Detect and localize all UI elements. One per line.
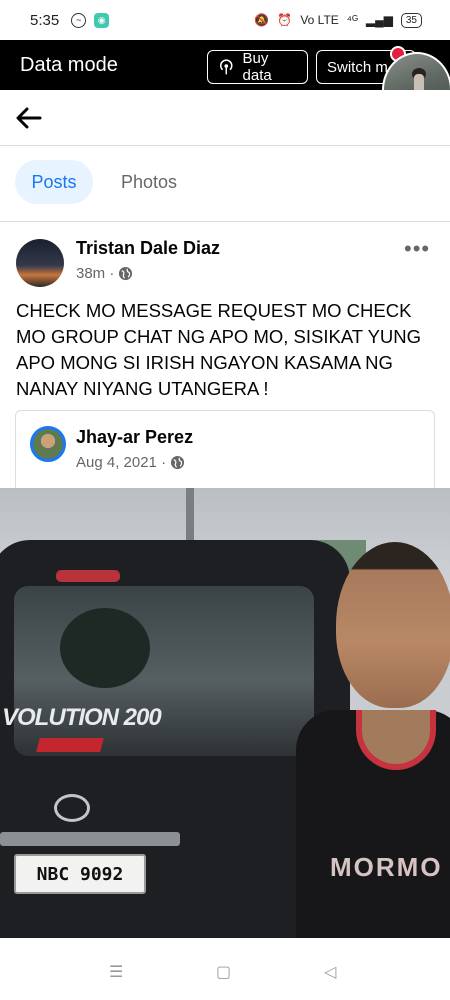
volte-label: Vo LTE — [300, 13, 339, 27]
post-author-avatar[interactable] — [16, 239, 64, 287]
back-nav-icon[interactable]: ◁ — [324, 962, 336, 982]
post-meta: 38m · — [76, 265, 133, 282]
photo-utility-pole — [186, 488, 194, 548]
app-notification-icon: ◉ — [94, 12, 110, 28]
top-nav — [0, 90, 450, 146]
photo-jersey-text: MORMO — [330, 852, 443, 882]
shared-post-date[interactable]: Aug 4, 2021 · — [76, 454, 166, 471]
shared-post[interactable]: Jhay-ar Perez Aug 4, 2021 · — [15, 410, 435, 490]
tab-photos[interactable]: Photos — [108, 160, 190, 204]
photo-brake-light — [56, 570, 120, 582]
tab-posts[interactable]: Posts — [15, 160, 93, 204]
status-indicators: 🔕 ⏰ Vo LTE ⁴ᴳ ▂▄▆ 35 — [254, 12, 422, 28]
switch-mode-label: Switch m — [327, 58, 388, 76]
post-time[interactable]: 38m · — [76, 265, 114, 282]
globe-icon — [119, 266, 133, 281]
buy-data-label: Buy data — [242, 50, 272, 84]
recents-icon[interactable]: ☰ — [109, 962, 123, 982]
photo-decal-stripe — [36, 738, 104, 752]
battery-icon: 35 — [400, 12, 422, 28]
status-app-icons: ~ ◉ — [71, 12, 110, 28]
shared-post-meta: Aug 4, 2021 · — [76, 454, 185, 471]
shared-author-name[interactable]: Jhay-ar Perez — [76, 427, 193, 448]
network-label: ⁴ᴳ — [346, 13, 358, 27]
photo-van-decal: VOLUTION 200 — [2, 704, 162, 731]
android-nav-bar: ☰ ▢ ◁ — [0, 938, 450, 1000]
photo-tree-reflection — [60, 608, 150, 688]
photo-toyota-logo — [54, 794, 90, 822]
more-options-icon[interactable]: ••• — [404, 236, 430, 262]
profile-tabs: Posts Photos — [0, 146, 450, 222]
photo-person-head — [336, 542, 450, 708]
globe-icon — [171, 455, 185, 470]
photo-chrome-trim — [0, 832, 180, 846]
status-time: 5:35 — [30, 11, 60, 29]
post-text: CHECK MO MESSAGE REQUEST MO CHECK MO GRO… — [16, 300, 422, 399]
photo-license-plate: NBC 9092 — [14, 854, 146, 894]
mute-icon: 🔕 — [254, 13, 270, 27]
post-author-name[interactable]: Tristan Dale Diaz — [76, 238, 220, 259]
buy-data-button[interactable]: Buy data — [207, 50, 308, 84]
back-arrow-icon[interactable] — [14, 103, 44, 133]
home-icon[interactable]: ▢ — [216, 962, 231, 982]
signal-icon: ▂▄▆ — [365, 13, 393, 27]
alarm-icon: ⏰ — [277, 13, 293, 27]
broadcast-icon — [220, 59, 233, 75]
data-mode-title: Data mode — [20, 53, 118, 76]
messenger-icon: ~ — [71, 12, 87, 28]
shared-author-avatar[interactable] — [30, 426, 66, 462]
status-bar: 5:35 ~ ◉ 🔕 ⏰ Vo LTE ⁴ᴳ ▂▄▆ 35 — [0, 0, 450, 40]
post-photo[interactable]: VOLUTION 200 NBC 9092 MORMO — [0, 488, 450, 938]
